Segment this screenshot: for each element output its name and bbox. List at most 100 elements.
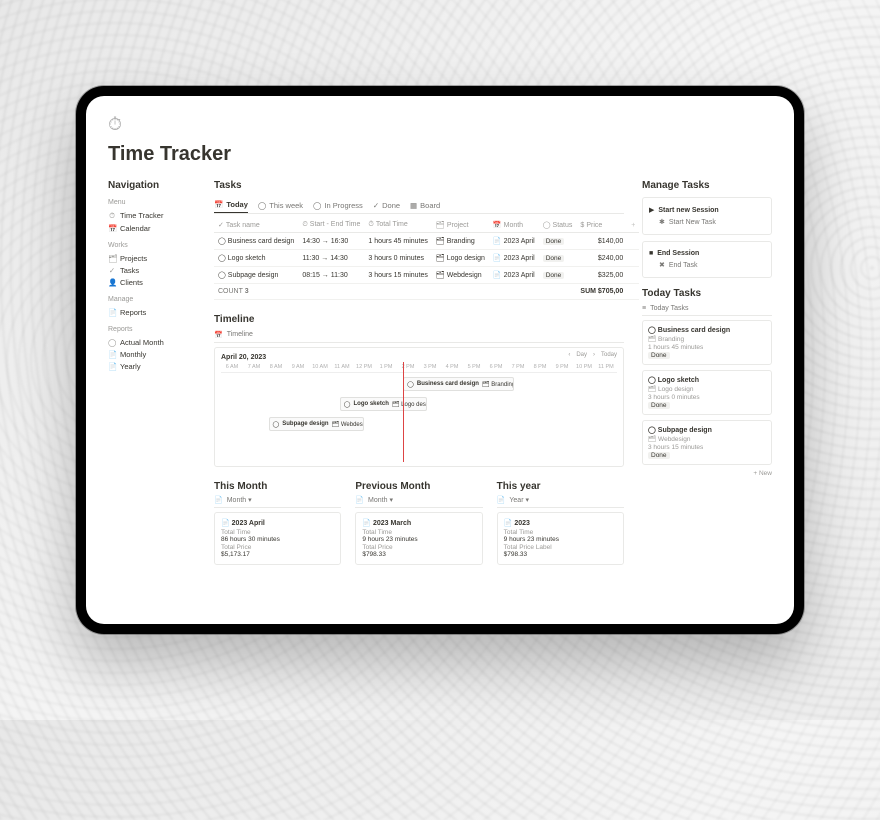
sidebar-item-reports[interactable]: 📄Reports xyxy=(108,306,196,318)
sidebar-item-tasks[interactable]: ✓Tasks xyxy=(108,264,196,276)
add-column-icon[interactable]: + xyxy=(631,222,635,229)
timeline-now-line xyxy=(403,362,404,462)
sidebar-group-label: Reports xyxy=(108,326,196,333)
col-project[interactable]: 🗂Project xyxy=(432,218,489,233)
timeline-row: ◯ Subpage design 🗂 Webdesign 3 hours 15 … xyxy=(221,417,617,433)
timeline-view[interactable]: ‹ Day › Today April 20, 2023 6 AM7 AM8 A… xyxy=(214,347,624,467)
summary-tab[interactable]: 📄Year ▾ xyxy=(497,496,624,508)
sidebar-item-time-tracker[interactable]: ⏱Time Tracker xyxy=(108,209,196,222)
timeline-bar[interactable]: ◯ Subpage design 🗂 Webdesign 3 hours 15 … xyxy=(269,417,364,431)
timeline-prev[interactable]: ‹ xyxy=(568,352,570,358)
nav-icon: 🗂 xyxy=(108,254,116,263)
timeline-row: ◯ Business card design 🗂 Branding 1 hour… xyxy=(221,377,617,393)
tab-icon: ◯ xyxy=(258,201,266,210)
tab-icon: 📅 xyxy=(214,200,223,209)
end-task-button[interactable]: ✖ End Task xyxy=(659,259,765,271)
start-new-task-button[interactable]: ✱ Start New Task xyxy=(659,216,765,228)
timeline-bar[interactable]: ◯ Logo sketch 🗂 Logo design 3 hours 0 mi… xyxy=(340,397,427,411)
timeline-scope[interactable]: Day xyxy=(576,352,587,358)
col-icon: ✓ xyxy=(218,222,224,229)
today-tasks-tab[interactable]: ≡ Today Tasks xyxy=(642,305,772,316)
nav-icon: 📄 xyxy=(108,350,116,359)
table-row[interactable]: ◯ Logo sketch11:30 → 14:303 hours 0 minu… xyxy=(214,250,639,267)
sidebar: Navigation Menu ⏱Time Tracker📅Calendar Wor… xyxy=(108,180,196,565)
nav-icon: 👤 xyxy=(108,278,116,287)
sidebar-item-clients[interactable]: 👤Clients xyxy=(108,276,196,288)
col-start---end-time[interactable]: ⏲Start - End Time xyxy=(298,218,364,233)
col-icon: ⏲ xyxy=(302,221,307,228)
timeline-row: ◯ Logo sketch 🗂 Logo design 3 hours 0 mi… xyxy=(221,397,617,413)
right-column: Manage Tasks ▶ Start new Session ✱ Start… xyxy=(642,180,772,565)
tasks-heading: Tasks xyxy=(214,180,624,191)
sidebar-item-projects[interactable]: 🗂Projects xyxy=(108,252,196,264)
sidebar-group-label: Menu xyxy=(108,199,196,206)
nav-icon: 📅 xyxy=(108,224,116,233)
nav-icon: 📄 xyxy=(108,308,116,317)
col-status[interactable]: ◯Status xyxy=(539,218,577,233)
timeline-heading: Timeline xyxy=(214,314,624,325)
sidebar-item-calendar[interactable]: 📅Calendar xyxy=(108,222,196,234)
sparkle-icon: ✱ xyxy=(659,218,665,226)
summary-heading: This year xyxy=(497,481,624,492)
today-task-card[interactable]: ◯ Subpage design🗂 Webdesign3 hours 15 mi… xyxy=(642,420,772,465)
col-task-name[interactable]: ✓Task name xyxy=(214,218,298,233)
today-task-card[interactable]: ◯ Logo sketch🗂 Logo design3 hours 0 minu… xyxy=(642,370,772,415)
nav-icon: ✓ xyxy=(108,266,116,275)
timeline-today[interactable]: Today xyxy=(601,352,617,358)
manage-heading: Manage Tasks xyxy=(642,180,772,191)
app-screen: ⏱ Time Tracker Navigation Menu ⏱Time Trac… xyxy=(86,96,794,624)
col-icon: 🗂 xyxy=(436,222,445,229)
col-icon: ⏱ xyxy=(368,221,373,228)
col-icon: 📅 xyxy=(493,222,502,229)
sidebar-heading: Navigation xyxy=(108,180,196,191)
summary-card[interactable]: 📄 2023Total Time9 hours 23 minutesTotal … xyxy=(497,512,624,565)
summary-heading: Previous Month xyxy=(355,481,482,492)
summary-tab[interactable]: 📄Month ▾ xyxy=(355,496,482,508)
tab-done[interactable]: ✓Done xyxy=(373,197,400,213)
nav-icon: 📄 xyxy=(108,362,116,371)
sidebar-group-label: Manage xyxy=(108,296,196,303)
sidebar-item-monthly[interactable]: 📄Monthly xyxy=(108,348,196,360)
tab-this-week[interactable]: ◯This week xyxy=(258,197,303,213)
timeline-controls: ‹ Day › Today xyxy=(568,352,617,358)
end-session-box: ■ End Session ✖ End Task xyxy=(642,241,772,278)
today-task-card[interactable]: ◯ Business card design🗂 Branding1 hours … xyxy=(642,320,772,365)
sidebar-item-yearly[interactable]: 📄Yearly xyxy=(108,360,196,372)
table-summary-row: COUNT 3SUM $705,00 xyxy=(214,284,639,300)
table-row[interactable]: ◯ Business card design14:30 → 16:301 hou… xyxy=(214,233,639,250)
timeline-tab[interactable]: 📅 Timeline xyxy=(214,331,624,343)
tablet-frame: ⏱ Time Tracker Navigation Menu ⏱Time Trac… xyxy=(76,86,804,634)
col-total-time[interactable]: ⏱Total Time xyxy=(364,218,432,233)
tasks-table: ✓Task name⏲Start - End Time⏱Total Time🗂P… xyxy=(214,218,639,300)
page-title: Time Tracker xyxy=(108,143,772,166)
sidebar-item-actual-month[interactable]: ◯Actual Month xyxy=(108,336,196,348)
today-tasks-heading: Today Tasks xyxy=(642,288,772,299)
summary-tab[interactable]: 📄Month ▾ xyxy=(214,496,341,508)
col-price[interactable]: $Price xyxy=(576,218,627,233)
col-month[interactable]: 📅Month xyxy=(489,218,539,233)
summary-card[interactable]: 📄 2023 MarchTotal Time9 hours 23 minutes… xyxy=(355,512,482,565)
summary-card[interactable]: 📄 2023 AprilTotal Time86 hours 30 minute… xyxy=(214,512,341,565)
doc-icon: 📄 xyxy=(214,496,223,504)
new-task-link[interactable]: + New xyxy=(642,470,772,477)
summary-heading: This Month xyxy=(214,481,341,492)
summary-col: This Month 📄Month ▾ 📄 2023 AprilTotal Time… xyxy=(214,481,341,565)
timeline-bar[interactable]: ◯ Business card design 🗂 Branding 1 hour… xyxy=(403,377,514,391)
x-icon: ✖ xyxy=(659,261,665,269)
nav-icon: ◯ xyxy=(108,338,116,347)
tab-in-progress[interactable]: ◯In Progress xyxy=(313,197,363,213)
stop-icon: ■ xyxy=(649,250,653,257)
timeline-next[interactable]: › xyxy=(593,352,595,358)
tab-icon: ✓ xyxy=(373,201,379,210)
tab-board[interactable]: ▦Board xyxy=(410,197,440,213)
table-row[interactable]: ◯ Subpage design08:15 → 11:303 hours 15 … xyxy=(214,267,639,284)
start-session-button[interactable]: ▶ Start new Session xyxy=(649,204,765,216)
summary-col: Previous Month 📄Month ▾ 📄 2023 MarchTotal … xyxy=(355,481,482,565)
end-session-button[interactable]: ■ End Session xyxy=(649,248,765,259)
sidebar-group-label: Works xyxy=(108,242,196,249)
tab-icon: ▦ xyxy=(410,201,417,210)
tab-icon: ◯ xyxy=(313,201,321,210)
summary-col: This year 📄Year ▾ 📄 2023Total Time9 hours … xyxy=(497,481,624,565)
tab-today[interactable]: 📅Today xyxy=(214,197,248,213)
timeline-scale: 6 AM7 AM8 AM9 AM10 AM11 AM12 PM1 PM2 PM3… xyxy=(221,364,617,373)
